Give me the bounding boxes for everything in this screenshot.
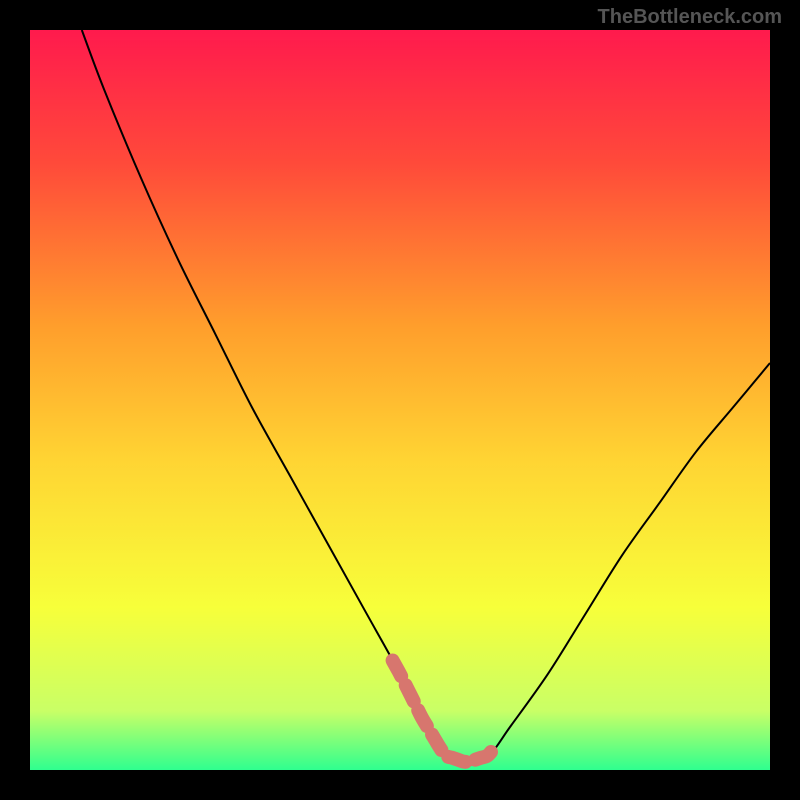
bottleneck-plot — [30, 30, 770, 770]
watermark-text: TheBottleneck.com — [598, 6, 782, 29]
gradient-background — [30, 30, 770, 770]
chart-frame: TheBottleneck.com — [0, 0, 800, 800]
plot-svg — [30, 30, 770, 770]
